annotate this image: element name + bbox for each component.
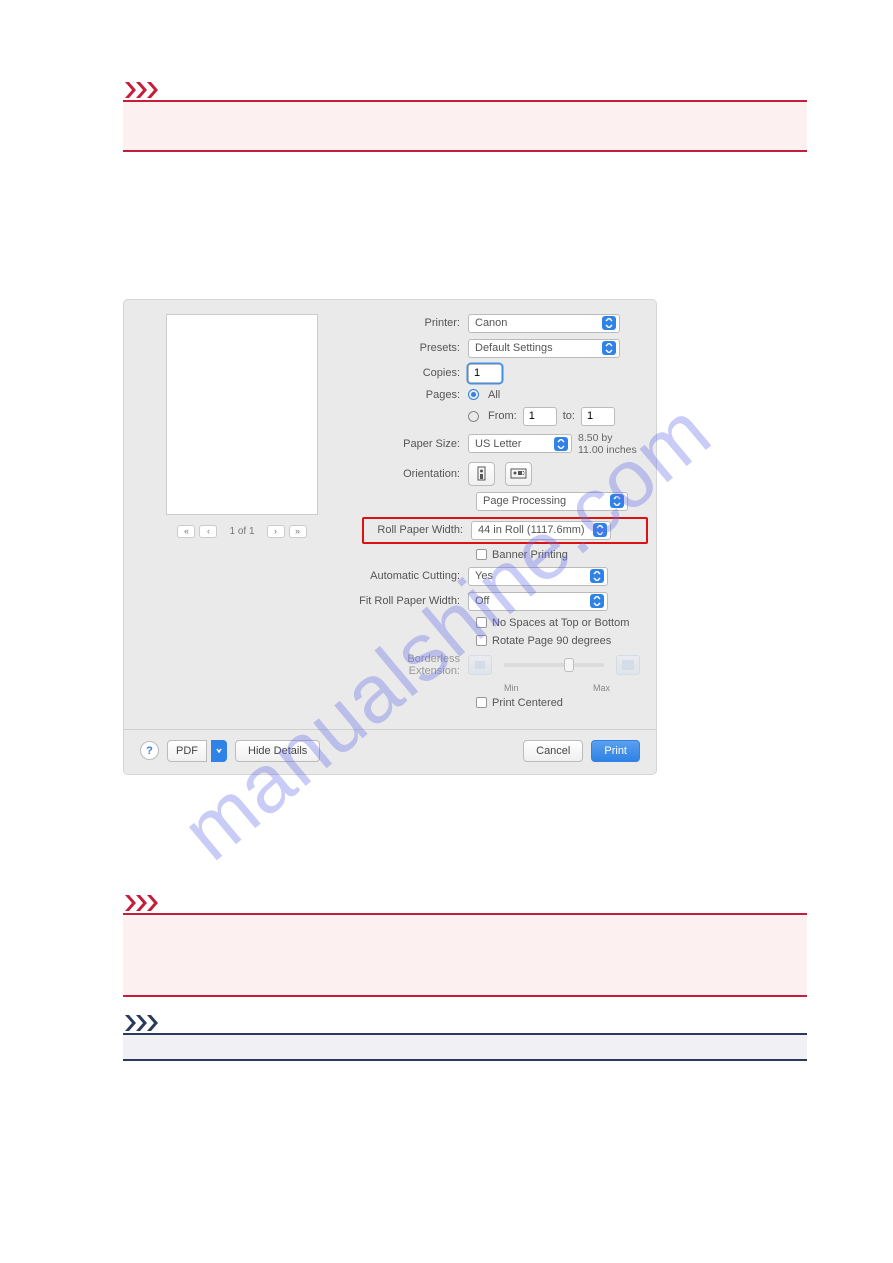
dropdown-icon <box>554 437 568 451</box>
print-centered-checkbox[interactable] <box>476 697 487 708</box>
chevron-icon <box>125 82 136 98</box>
fit-roll-label: Fit Roll Paper Width: <box>356 595 468 607</box>
chevron-icon <box>136 82 147 98</box>
pages-to-input[interactable] <box>581 407 615 426</box>
borderless-min-icon <box>468 655 492 675</box>
chevron-icon <box>136 1015 147 1031</box>
note-banner: If the paper source setting from Quality… <box>123 1035 807 1061</box>
note-header <box>123 1015 807 1035</box>
auto-cutting-select[interactable]: Yes <box>468 567 608 586</box>
chevron-icon <box>136 895 147 911</box>
important-banner-mid: If documents are created by using applic… <box>123 915 807 997</box>
rotate-90-label: Rotate Page 90 degrees <box>492 635 611 647</box>
roll-paper-width-row: Roll Paper Width: 44 in Roll (1117.6mm) <box>362 517 648 544</box>
help-button[interactable]: ? <box>140 741 159 760</box>
pages-all-label: All <box>488 389 500 401</box>
pages-range-radio[interactable] <box>468 411 479 422</box>
dropdown-icon <box>590 594 604 608</box>
dropdown-icon <box>211 740 227 762</box>
auto-cutting-label: Automatic Cutting: <box>356 570 468 582</box>
no-spaces-label: No Spaces at Top or Bottom <box>492 617 629 629</box>
print-centered-label: Print Centered <box>492 697 563 709</box>
presets-label: Presets: <box>356 342 468 354</box>
no-spaces-checkbox[interactable] <box>476 617 487 628</box>
slider-max-label: Max <box>593 683 610 693</box>
copies-input[interactable] <box>468 364 502 383</box>
paper-size-label: Paper Size: <box>356 438 468 450</box>
important-header-top <box>123 82 807 102</box>
dropdown-icon <box>610 494 624 508</box>
dropdown-icon <box>602 341 616 355</box>
pager-text: 1 of 1 <box>229 526 254 537</box>
dropdown-icon <box>590 569 604 583</box>
section-select[interactable]: Page Processing <box>476 492 628 511</box>
orientation-label: Orientation: <box>356 468 468 480</box>
rotate-90-checkbox[interactable] <box>476 635 487 646</box>
printer-label: Printer: <box>356 317 468 329</box>
chevron-icon <box>125 895 136 911</box>
important-banner-top: Under normal circumstances, the size of … <box>123 102 807 152</box>
paper-size-select[interactable]: US Letter <box>468 434 572 453</box>
next-page-button[interactable]: › <box>267 525 285 538</box>
print-button[interactable]: Print <box>591 740 640 762</box>
banner-printing-checkbox[interactable] <box>476 549 487 560</box>
dropdown-icon <box>602 316 616 330</box>
cancel-button[interactable]: Cancel <box>523 740 583 762</box>
page-preview <box>166 314 318 515</box>
pages-from-label: From: <box>488 410 517 422</box>
important-header-mid <box>123 895 807 915</box>
chevron-icon <box>147 1015 158 1031</box>
orientation-landscape-button[interactable] <box>505 462 532 486</box>
hide-details-button[interactable]: Hide Details <box>235 740 320 762</box>
pages-to-label: to: <box>563 410 575 422</box>
roll-width-select[interactable]: 44 in Roll (1117.6mm) <box>471 521 611 540</box>
pages-all-radio[interactable] <box>468 389 479 400</box>
chevron-icon <box>147 82 158 98</box>
last-page-button[interactable]: » <box>289 525 307 538</box>
borderless-slider[interactable] <box>504 663 604 667</box>
orientation-portrait-button[interactable] <box>468 462 495 486</box>
pages-label: Pages: <box>356 389 468 401</box>
dropdown-icon <box>593 523 607 537</box>
fit-roll-select[interactable]: Off <box>468 592 608 611</box>
chevron-icon <box>125 1015 136 1031</box>
print-dialog: « ‹ 1 of 1 › » Printer: Canon Presets: <box>123 299 657 775</box>
slider-min-label: Min <box>504 683 519 693</box>
pages-from-input[interactable] <box>523 407 557 426</box>
banner-printing-label: Banner Printing <box>492 549 568 561</box>
pager: « ‹ 1 of 1 › » <box>177 525 306 538</box>
roll-width-label: Roll Paper Width: <box>367 524 471 536</box>
copies-label: Copies: <box>356 367 468 379</box>
borderless-max-icon <box>616 655 640 675</box>
prev-page-button[interactable]: ‹ <box>199 525 217 538</box>
presets-select[interactable]: Default Settings <box>468 339 620 358</box>
printer-select[interactable]: Canon <box>468 314 620 333</box>
paper-size-dim: 8.50 by 11.00 inches <box>578 432 640 456</box>
first-page-button[interactable]: « <box>177 525 195 538</box>
chevron-icon <box>147 895 158 911</box>
borderless-label: Borderless Extension: <box>356 653 468 677</box>
pdf-menu-button[interactable]: PDF <box>167 740 227 762</box>
